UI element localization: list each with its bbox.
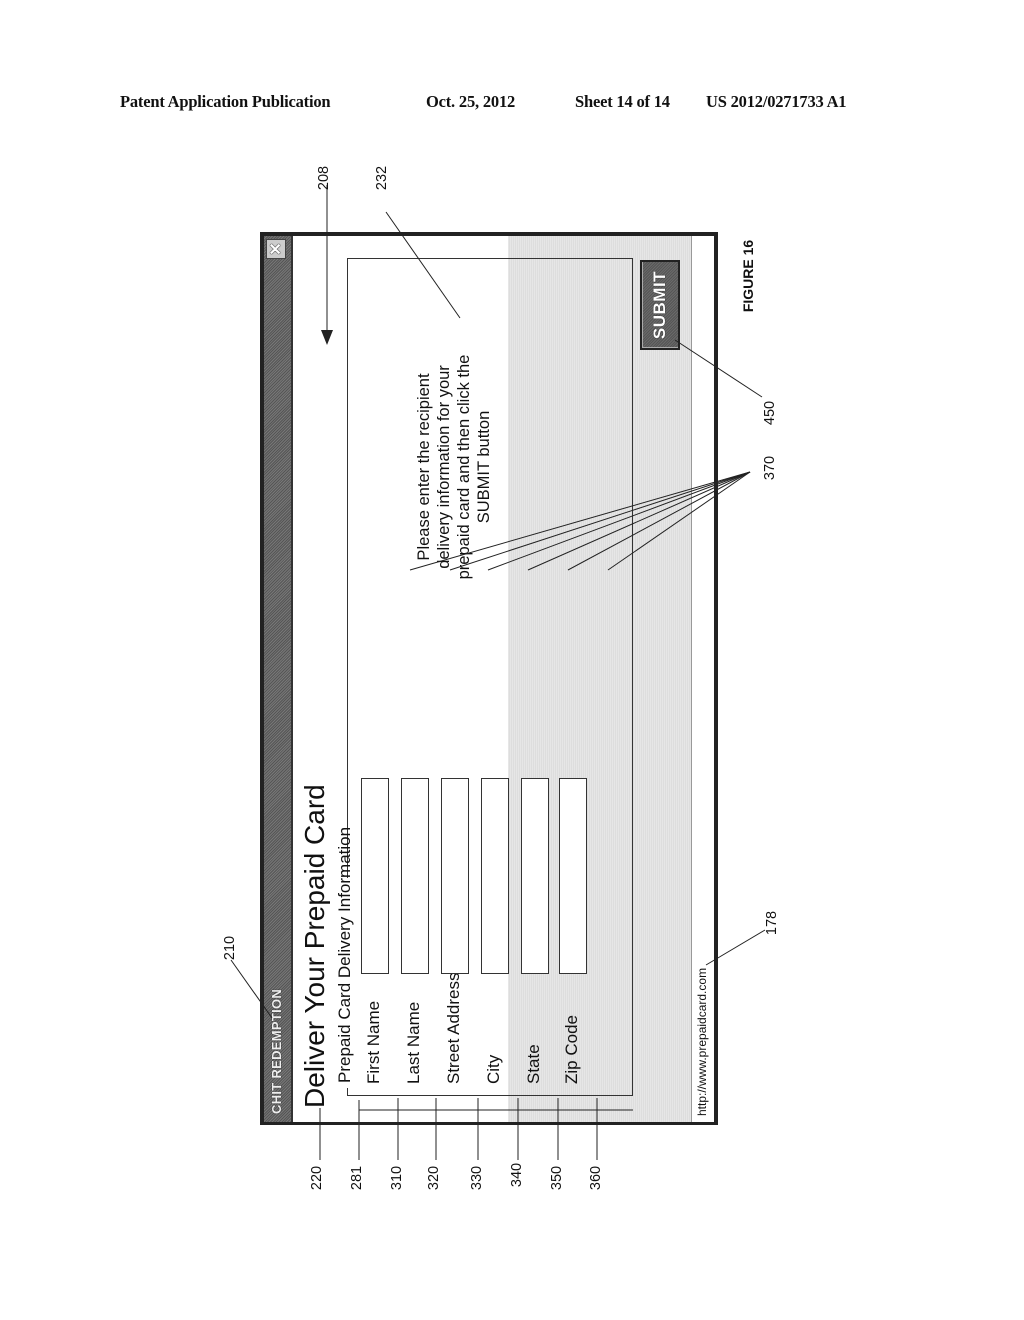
ref-320: 320 (426, 1165, 443, 1191)
leader-370-f (607, 471, 751, 571)
leader-178 (705, 929, 766, 966)
ref-370: 370 (762, 455, 779, 481)
leader-370-c (487, 471, 751, 571)
ref-340: 340 (509, 1162, 526, 1188)
leader-450 (674, 339, 763, 398)
ref-178: 178 (764, 910, 781, 936)
leader-lines (230, 185, 766, 1160)
ref-450: 450 (762, 400, 779, 426)
ref-210: 210 (222, 935, 239, 961)
arrow-head-208 (321, 330, 333, 345)
leader-370-e (567, 471, 751, 571)
ref-350: 350 (549, 1165, 566, 1191)
ref-330: 330 (469, 1165, 486, 1191)
ref-220: 220 (309, 1165, 326, 1191)
leader-370-a (409, 471, 751, 571)
leader-370-d (527, 471, 751, 571)
leader-210 (230, 959, 273, 1019)
ref-232: 232 (374, 165, 391, 191)
ref-281: 281 (349, 1165, 366, 1191)
leader-232 (385, 211, 461, 319)
ref-208: 208 (316, 165, 333, 191)
figure-label: FIGURE 16 (740, 239, 757, 313)
ref-310: 310 (389, 1165, 406, 1191)
ref-360: 360 (588, 1165, 605, 1191)
leader-370-b (449, 471, 751, 571)
